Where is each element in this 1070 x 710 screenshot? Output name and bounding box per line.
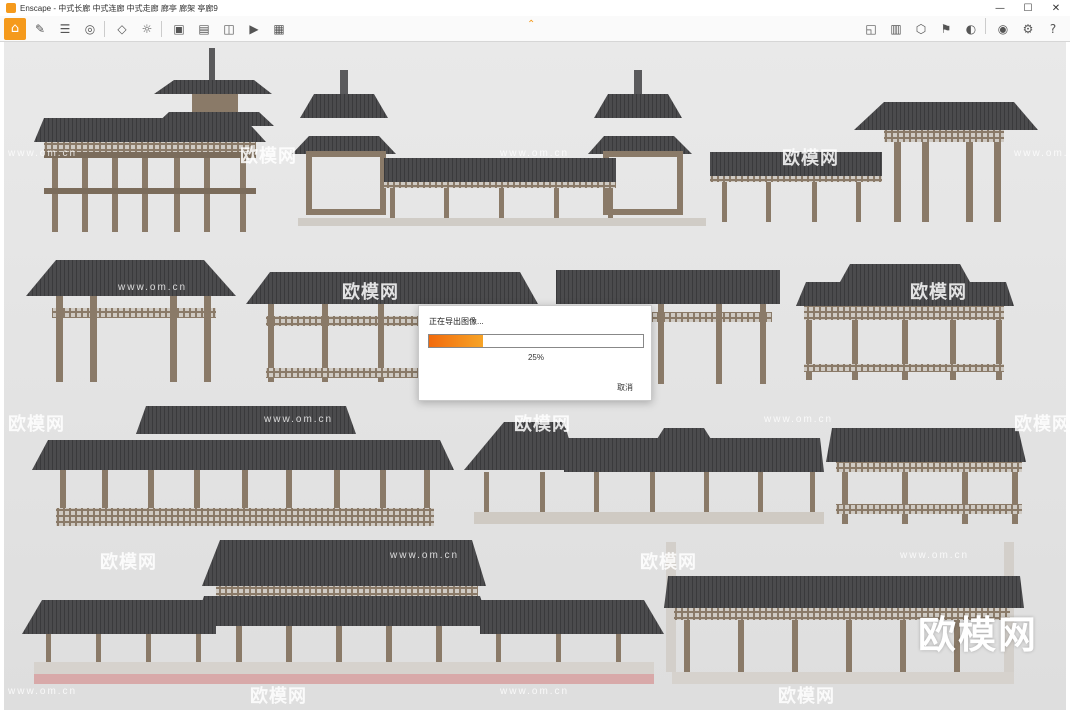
close-button[interactable]: ✕ [1042,0,1070,16]
toolbar-divider [985,18,986,34]
watermark-brand: 欧模网 [8,414,65,434]
watermark-big-brand: 欧模网 [917,615,1038,657]
export-panorama-icon[interactable]: ◫ [218,18,240,40]
watermark-url: www.om.cn [264,414,334,425]
watermark-brand: 欧模网 [342,282,399,302]
help-icon[interactable]: ? [1042,18,1064,40]
asset-icon[interactable]: ⬡ [910,18,932,40]
binoculars-icon[interactable]: ◎ [79,18,101,40]
cube-icon[interactable]: ◇ [111,18,133,40]
settings-icon[interactable]: ⚙ [1017,18,1039,40]
map-icon[interactable]: ◱ [860,18,882,40]
watermark-url: www.om.cn [500,148,570,159]
progress-bar-fill [429,335,483,347]
export-video-icon[interactable]: ▶ [243,18,265,40]
export-exe-icon[interactable]: ▦ [268,18,290,40]
watermark-url: www.om.cn [900,550,970,561]
toolbar-right-group: ◱ ▥ ⬡ ⚑ ◐ ◉ ⚙ ? [857,18,1064,40]
watermark-url: www.om.cn [390,550,460,561]
watermark-url: www.om.cn [8,686,78,697]
export-image-icon[interactable]: ▣ [168,18,190,40]
watermark-brand: 欧模网 [100,552,157,572]
export-progress-dialog: 正在导出图像... 25% 取消 [418,305,652,401]
watermark-brand: 欧模网 [1014,414,1066,434]
pen-icon[interactable]: ✎ [29,18,51,40]
toolbar-divider [161,20,162,37]
list-icon[interactable]: ☰ [54,18,76,40]
enscape-logo-icon [6,3,16,13]
dialog-title: 正在导出图像... [429,317,484,326]
minimize-button[interactable]: — [986,0,1014,16]
export-batch-icon[interactable]: ▤ [193,18,215,40]
watermark-url: www.om.cn [8,148,78,159]
bookmark-icon[interactable]: ⚑ [935,18,957,40]
vr-icon[interactable]: ◉ [992,18,1014,40]
watermark-url: www.om.cn [764,414,834,425]
watermark-brand: 欧模网 [640,552,697,572]
watermark-url: www.om.cn [500,686,570,697]
watermark-url: www.om.cn [118,282,188,293]
window-controls: — ☐ ✕ [986,0,1070,16]
watermark-brand: 欧模网 [250,686,307,706]
title-bar: Enscape - 中式长廊 中式连廊 中式走廊 廊亭 廊架 亭廊9 — ☐ ✕ [0,0,1070,16]
window-title: Enscape - 中式长廊 中式连廊 中式走廊 廊亭 廊架 亭廊9 [20,3,218,13]
toolbar-divider [104,20,105,37]
progress-percentage: 25% [527,353,544,362]
home-icon[interactable]: ⌂ [4,17,26,40]
material-icon[interactable]: ◐ [960,18,982,40]
maximize-button[interactable]: ☐ [1014,0,1042,16]
watermark-brand: 欧模网 [782,148,839,168]
sun-icon[interactable]: ☼ [136,18,158,40]
library-icon[interactable]: ▥ [885,18,907,40]
watermark-brand: 欧模网 [514,414,571,434]
watermark-url: www.om.cn [1014,148,1066,159]
collapse-toolbar-icon[interactable]: ⌃ [527,19,535,30]
progress-bar [428,334,644,348]
watermark-brand: 欧模网 [778,686,835,706]
watermark-brand: 欧模网 [240,146,297,166]
watermark-brand: 欧模网 [910,282,967,302]
cancel-button[interactable]: 取消 [617,382,633,393]
